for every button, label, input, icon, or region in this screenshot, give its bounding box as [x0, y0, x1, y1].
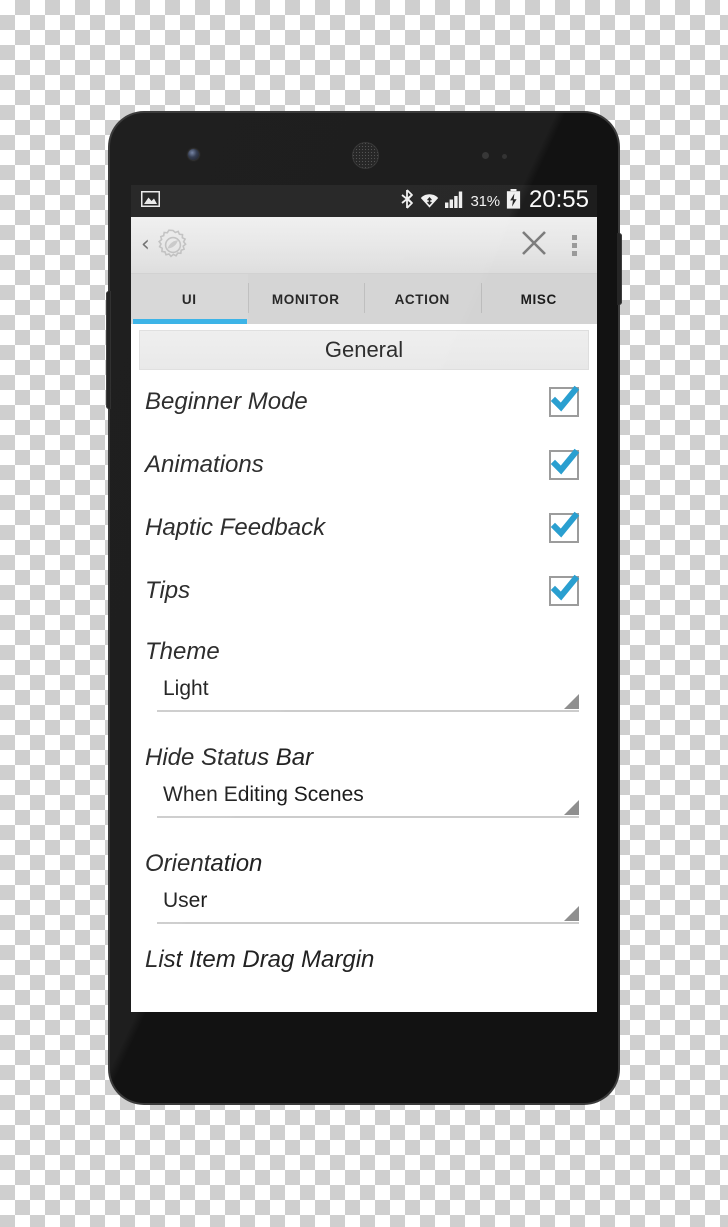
overflow-dot — [572, 242, 577, 248]
power-button[interactable] — [617, 233, 622, 305]
image-icon — [140, 190, 161, 212]
setting-label: Tips — [145, 576, 191, 604]
phone-top-bezel — [110, 113, 618, 185]
checkbox-beginner-mode[interactable] — [549, 385, 580, 417]
phone-screen: 31% 20:55 ‹ UI MONITOR ACTION MISC Gener… — [131, 185, 597, 1012]
action-bar: ‹ — [131, 217, 597, 274]
signal-icon — [444, 190, 465, 213]
check-icon — [550, 448, 580, 474]
spinner-value: User — [163, 889, 208, 912]
setting-label-orientation: Orientation — [145, 850, 263, 877]
tab-label: ACTION — [394, 291, 450, 307]
check-icon — [550, 574, 580, 600]
setting-row-haptic-feedback[interactable]: Haptic Feedback — [131, 496, 597, 559]
tab-monitor[interactable]: MONITOR — [247, 274, 365, 324]
tab-label: MISC — [520, 291, 557, 307]
tab-misc[interactable]: MISC — [480, 274, 598, 324]
chevron-down-icon — [564, 906, 579, 921]
checkbox-haptic-feedback[interactable] — [549, 511, 580, 543]
setting-label-list-item-drag-margin: List Item Drag Margin — [145, 946, 375, 973]
gear-icon[interactable] — [156, 228, 190, 262]
tab-label: MONITOR — [271, 291, 340, 307]
check-icon — [550, 511, 580, 537]
overflow-dot — [572, 234, 577, 240]
spinner-theme[interactable]: Light — [157, 668, 579, 712]
check-icon — [550, 385, 580, 411]
tab-bar: UI MONITOR ACTION MISC — [131, 274, 597, 324]
setting-label-theme: Theme — [145, 638, 220, 665]
volume-rocker-button[interactable] — [106, 291, 111, 409]
checkbox-tips[interactable] — [549, 574, 580, 606]
tab-ui[interactable]: UI — [131, 274, 248, 324]
setting-row-beginner-mode[interactable]: Beginner Mode — [131, 370, 597, 433]
setting-label-hide-status-bar: Hide Status Bar — [145, 744, 314, 771]
tab-label: UI — [181, 291, 197, 307]
chevron-down-icon — [564, 800, 579, 815]
setting-row-animations[interactable]: Animations — [131, 433, 597, 496]
battery-percent-label: 31% — [470, 192, 501, 210]
spinner-hide-status-bar[interactable]: When Editing Scenes — [157, 774, 579, 818]
status-bar: 31% 20:55 — [131, 185, 597, 217]
wifi-icon — [420, 190, 439, 213]
spinner-value: When Editing Scenes — [163, 783, 364, 806]
spinner-value: Light — [163, 677, 209, 700]
section-header-label: General — [324, 337, 404, 362]
front-camera-icon — [188, 149, 199, 160]
spinner-orientation[interactable]: User — [157, 880, 579, 924]
light-sensor-icon — [502, 154, 507, 159]
status-bar-clock: 20:55 — [528, 186, 589, 213]
close-icon[interactable] — [506, 229, 562, 262]
setting-label: Animations — [145, 450, 264, 478]
setting-label: Beginner Mode — [145, 387, 308, 415]
chevron-down-icon — [564, 694, 579, 709]
earpiece-speaker-icon — [352, 142, 379, 169]
status-bar-left — [140, 190, 161, 212]
overflow-menu-icon[interactable] — [562, 234, 583, 256]
battery-charging-icon — [506, 188, 521, 214]
back-chevron-icon[interactable]: ‹ — [139, 234, 154, 256]
section-header-general: General — [139, 330, 589, 370]
status-bar-right: 31% 20:55 — [400, 186, 589, 214]
bluetooth-icon — [400, 188, 414, 214]
tab-action[interactable]: ACTION — [364, 274, 481, 324]
settings-list[interactable]: General Beginner Mode Animations Haptic … — [131, 324, 597, 1012]
phone-device: 31% 20:55 ‹ UI MONITOR ACTION MISC Gener… — [106, 113, 622, 1103]
proximity-sensor-icon — [482, 152, 489, 159]
setting-row-tips[interactable]: Tips — [131, 559, 597, 622]
overflow-dot — [572, 250, 577, 256]
setting-label: Haptic Feedback — [145, 513, 326, 541]
checkbox-animations[interactable] — [549, 448, 580, 480]
